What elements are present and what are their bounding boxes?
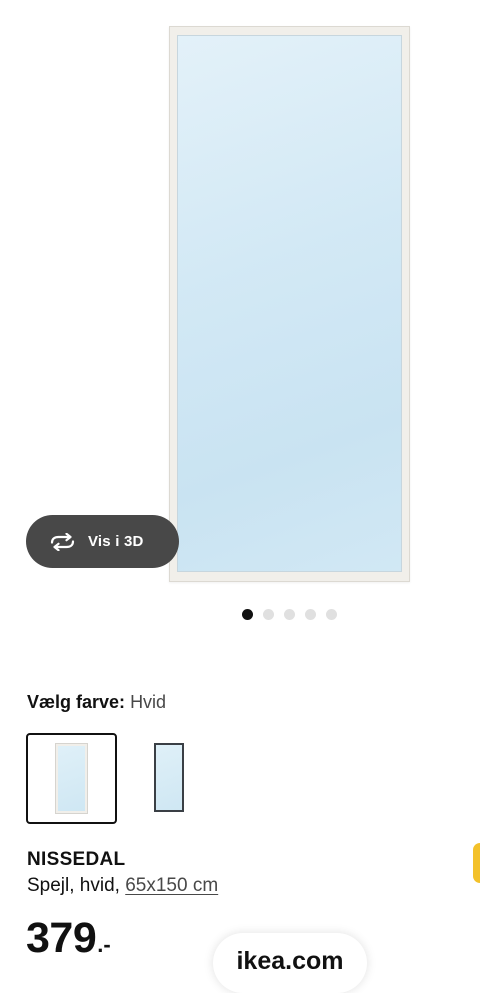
- color-selection-value: Hvid: [130, 692, 167, 712]
- color-swatch-dark[interactable]: [124, 733, 215, 824]
- color-swatch-white[interactable]: [26, 733, 117, 824]
- product-image-gallery[interactable]: Vis i 3D: [0, 0, 480, 640]
- product-description: Spejl, hvid, 65x150 cm: [27, 875, 218, 897]
- carousel-pagination: [242, 609, 337, 620]
- mirror-thumbnail-dark: [154, 743, 184, 812]
- carousel-dot[interactable]: [326, 609, 337, 620]
- carousel-dot[interactable]: [263, 609, 274, 620]
- mirror-thumbnail-white: [56, 744, 87, 813]
- view-in-3d-label: Vis i 3D: [88, 533, 144, 550]
- view-in-3d-button[interactable]: Vis i 3D: [26, 515, 179, 568]
- product-type: Spejl, hvid,: [27, 875, 120, 896]
- carousel-dot[interactable]: [284, 609, 295, 620]
- mirror-glass: [177, 35, 402, 572]
- product-name: NISSEDAL: [27, 849, 126, 870]
- price-suffix: .-: [97, 932, 111, 957]
- color-selection-label: Vælg farve: Hvid: [27, 692, 166, 713]
- product-price: 379 .-: [26, 917, 111, 960]
- rotate-3d-icon: [49, 532, 76, 551]
- color-selection-key: Vælg farve:: [27, 692, 126, 712]
- product-image-mirror[interactable]: [169, 26, 410, 582]
- price-integer: 379: [26, 914, 97, 962]
- carousel-dot-active[interactable]: [242, 609, 253, 620]
- product-size-link[interactable]: 65x150 cm: [125, 875, 218, 896]
- floating-action-edge[interactable]: [473, 843, 480, 883]
- browser-url-bar[interactable]: ikea.com: [213, 933, 367, 993]
- url-text: ikea.com: [236, 947, 344, 975]
- carousel-dot[interactable]: [305, 609, 316, 620]
